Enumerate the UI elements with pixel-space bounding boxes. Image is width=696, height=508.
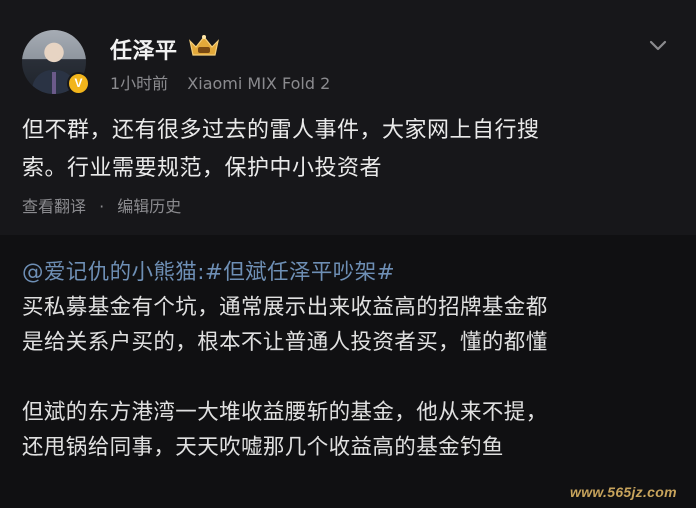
repost-text: @爱记仇的小熊猫:#但斌任泽平吵架# 买私募基金有个坑，通常展示出来收益高的招牌… [22,255,682,465]
username[interactable]: 任泽平 [110,33,178,65]
watermark: www.565jz.com [570,484,677,500]
weibo-post: V 任泽平 1小时前 Xiaomi MIX Fold 2 但不群，还有很多过去的… [0,0,696,235]
avatar-tie [52,72,56,94]
edit-history-link[interactable]: 编辑历史 [117,197,181,216]
post-actions: 查看翻译 · 编辑历史 [22,193,181,217]
post-device: Xiaomi MIX Fold 2 [187,74,331,93]
repost-line: 买私募基金有个坑，通常展示出来收益高的招牌基金都 [22,295,548,320]
post-meta: 1小时前 Xiaomi MIX Fold 2 [110,70,330,94]
topic-link[interactable]: #但斌任泽平吵架# [205,260,395,285]
crown-badge-icon[interactable] [187,33,221,59]
reposted-content[interactable]: @爱记仇的小熊猫:#但斌任泽平吵架# 买私募基金有个坑，通常展示出来收益高的招牌… [0,235,696,508]
mention-link[interactable]: @爱记仇的小熊猫: [22,260,205,285]
post-text-line: 但不群，还有很多过去的雷人事件，大家网上自行搜 [22,118,540,143]
chevron-down-icon[interactable] [646,35,670,55]
separator: · [99,197,105,216]
translate-link[interactable]: 查看翻译 [22,197,86,216]
post-text-line: 索。行业需要规范，保护中小投资者 [22,156,383,181]
post-time: 1小时前 [110,74,169,93]
verified-badge-icon: V [67,72,90,95]
repost-line: 还甩锅给同事，天天吹嘘那几个收益高的基金钓鱼 [22,435,504,460]
post-text: 但不群，还有很多过去的雷人事件，大家网上自行搜 索。行业需要规范，保护中小投资者 [22,112,662,188]
repost-line: 但斌的东方港湾一大堆收益腰斩的基金，他从来不提， [22,400,548,425]
repost-line: 是给关系户买的，根本不让普通人投资者买，懂的都懂 [22,330,548,355]
